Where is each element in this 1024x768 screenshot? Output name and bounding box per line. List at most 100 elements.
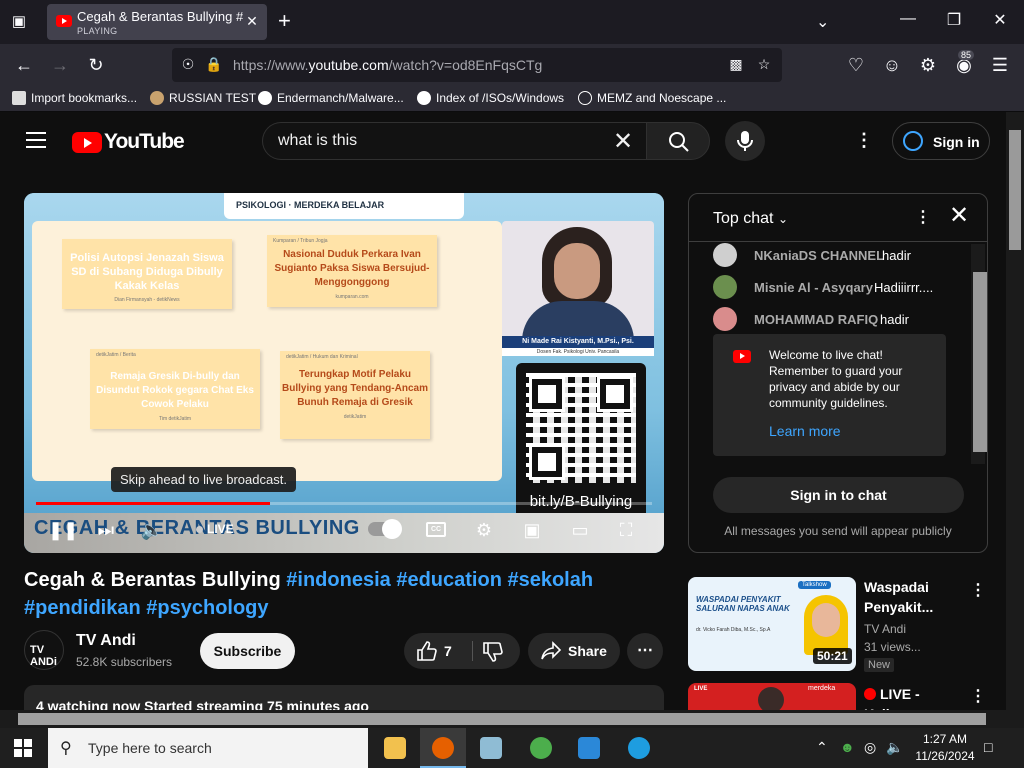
- tray-chevron-up-icon[interactable]: ⌃: [816, 739, 828, 756]
- theater-mode-icon[interactable]: ▭: [566, 519, 594, 541]
- autoplay-toggle[interactable]: [368, 519, 402, 539]
- tray-people-icon[interactable]: ☻: [840, 739, 855, 755]
- minimize-window-button[interactable]: —: [898, 10, 918, 28]
- avatar[interactable]: [713, 307, 737, 331]
- extensions-icon[interactable]: ⚙: [916, 54, 940, 76]
- slide-logo-strip: PSIKOLOGI · MERDEKA BELAJAR: [224, 193, 464, 219]
- page-scroll-thumb[interactable]: [1009, 130, 1021, 250]
- thumbs-down-icon[interactable]: [482, 641, 504, 663]
- restore-window-button[interactable]: ❐: [944, 10, 964, 30]
- pause-icon[interactable]: ❚❚: [48, 519, 78, 541]
- tab-close-icon[interactable]: ✕: [244, 13, 260, 29]
- voice-search-button[interactable]: [725, 121, 765, 161]
- taskbar-clock[interactable]: 1:27 AM 11/26/2024: [910, 731, 980, 765]
- reload-icon[interactable]: ↻: [84, 54, 108, 76]
- like-count[interactable]: 7: [444, 643, 452, 659]
- avatar[interactable]: [713, 275, 737, 299]
- address-bar[interactable]: ☉ 🔒 https://www.youtube.com/watch?v=od8E…: [172, 48, 782, 82]
- page-horizontal-scrollbar[interactable]: [0, 710, 1006, 728]
- forward-arrow-icon[interactable]: →: [48, 54, 72, 76]
- bookmark-index-isos[interactable]: Index of /ISOs/Windows: [417, 91, 564, 105]
- taskbar-app-4[interactable]: [518, 728, 564, 768]
- hashtag-link[interactable]: #pendidikan: [24, 597, 141, 619]
- tracking-shield-icon[interactable]: ☉: [178, 56, 198, 73]
- account-icon[interactable]: ☺: [880, 54, 904, 76]
- video-player[interactable]: PSIKOLOGI · MERDEKA BELAJAR Polisi Autop…: [24, 193, 664, 553]
- url-text[interactable]: https://www.youtube.com/watch?v=od8EnFqs…: [233, 57, 542, 73]
- recommended-video-thumbnail[interactable]: LIVE merdeka: [688, 683, 856, 710]
- learn-more-link[interactable]: Learn more: [769, 423, 841, 439]
- close-chat-icon[interactable]: ✕: [949, 204, 969, 228]
- volume-tray-icon[interactable]: 🔈: [886, 739, 903, 756]
- recommended-video-title[interactable]: LIVE - Kajian...: [864, 684, 964, 710]
- youtube-logo-icon[interactable]: [72, 132, 102, 153]
- bookmark-russian-test[interactable]: RUSSIAN TEST: [150, 91, 256, 105]
- subscribe-button[interactable]: Subscribe: [200, 633, 295, 669]
- clear-search-icon[interactable]: ✕: [613, 127, 633, 156]
- hashtag-link[interactable]: #psychology: [146, 597, 268, 619]
- chat-scroll-thumb[interactable]: [973, 272, 987, 452]
- settings-more-icon[interactable]: ⋮: [855, 130, 873, 151]
- live-dot-icon: [864, 688, 876, 700]
- miniplayer-icon[interactable]: ▣: [520, 519, 544, 541]
- browser-tab-active[interactable]: Cegah & Berantas Bullying #indonesia PLA…: [47, 4, 267, 40]
- youtube-logo-text[interactable]: YouTube: [104, 130, 185, 154]
- sign-in-to-chat-button[interactable]: Sign in to chat: [713, 477, 964, 513]
- channel-avatar[interactable]: TV ANDi: [24, 630, 64, 670]
- taskbar-edge[interactable]: [616, 728, 662, 768]
- chat-mode-dropdown[interactable]: Top chat ⌄: [713, 210, 788, 228]
- more-actions-button[interactable]: ⋯: [627, 633, 663, 669]
- lock-icon[interactable]: 🔒: [204, 56, 224, 73]
- windows-start-icon[interactable]: [14, 739, 32, 757]
- back-arrow-icon[interactable]: ←: [12, 54, 36, 76]
- taskbar-app-3[interactable]: [468, 728, 514, 768]
- bookmark-endermanch[interactable]: Endermanch/Malware...: [258, 91, 404, 105]
- hashtag-link[interactable]: #indonesia: [286, 569, 390, 591]
- hashtag-link[interactable]: #sekolah: [507, 569, 593, 591]
- new-tab-button[interactable]: +: [278, 10, 291, 32]
- horizontal-scroll-thumb[interactable]: [18, 713, 986, 725]
- app-menu-icon[interactable]: ☰: [988, 54, 1012, 76]
- page-vertical-scrollbar[interactable]: [1006, 112, 1024, 728]
- tab-overflow-chevron-icon[interactable]: ⌄: [816, 12, 829, 32]
- thumbs-up-icon[interactable]: [416, 640, 438, 662]
- guide-menu-icon[interactable]: [26, 132, 46, 148]
- sign-in-button[interactable]: Sign in: [892, 122, 990, 160]
- taskbar-search-box[interactable]: ⚲ Type here to search: [48, 728, 368, 768]
- bookmark-import[interactable]: Import bookmarks...: [12, 91, 137, 105]
- recommended-video-title[interactable]: Waspadai Penyakit...: [864, 577, 964, 617]
- bookmark-memz[interactable]: MEMZ and Noescape ...: [578, 91, 726, 105]
- extension-count-badge: 85: [958, 50, 975, 60]
- volume-icon[interactable]: 🔈: [140, 519, 164, 541]
- hashtag-link[interactable]: #education: [396, 569, 502, 591]
- chat-more-icon[interactable]: ⋮: [915, 207, 931, 227]
- progress-fill: [36, 502, 271, 505]
- recommended-more-icon[interactable]: ⋮: [970, 686, 986, 706]
- fullscreen-icon[interactable]: ⛶: [614, 519, 638, 541]
- search-button[interactable]: [646, 122, 710, 160]
- settings-gear-icon[interactable]: ⚙: [472, 519, 496, 541]
- taskbar-file-explorer[interactable]: [372, 728, 418, 768]
- search-query[interactable]: what is this: [278, 132, 357, 150]
- live-indicator[interactable]: LIVE: [196, 522, 234, 536]
- progress-bar[interactable]: [36, 502, 652, 505]
- taskbar-firefox[interactable]: [420, 728, 466, 768]
- subtitles-icon[interactable]: CC: [426, 522, 446, 537]
- next-video-icon[interactable]: ⏭: [94, 519, 118, 541]
- bookmark-star-icon[interactable]: ☆: [754, 56, 774, 73]
- pocket-icon[interactable]: ♡: [844, 54, 868, 76]
- share-button[interactable]: Share: [528, 633, 620, 669]
- video-title-line-2: #pendidikan #psychology: [24, 594, 644, 622]
- recommended-channel-name[interactable]: TV Andi: [864, 620, 906, 638]
- picture-in-picture-icon[interactable]: ▩: [726, 56, 746, 73]
- taskbar-store[interactable]: [566, 728, 612, 768]
- notifications-icon[interactable]: □: [984, 739, 992, 755]
- chat-scrollbar[interactable]: [971, 244, 987, 464]
- network-globe-icon[interactable]: ◎: [864, 739, 876, 756]
- channel-name[interactable]: TV Andi: [76, 632, 136, 650]
- recommended-more-icon[interactable]: ⋮: [970, 580, 986, 600]
- avatar[interactable]: [713, 243, 737, 267]
- list-all-tabs-icon[interactable]: ▣: [8, 12, 30, 32]
- search-input[interactable]: what is this ✕: [262, 122, 646, 160]
- close-window-button[interactable]: ✕: [990, 10, 1010, 30]
